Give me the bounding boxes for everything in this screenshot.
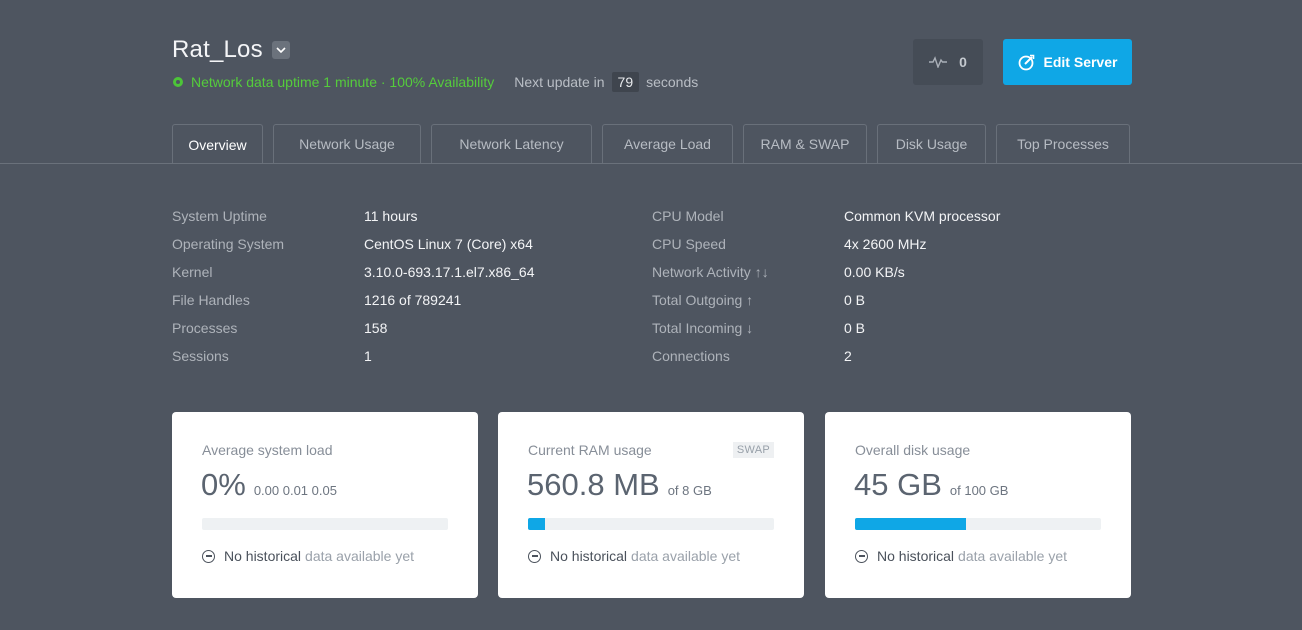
info-value: 0 B xyxy=(844,320,866,336)
status-bar: Network data uptime 1 minute · 100% Avai… xyxy=(172,72,698,92)
average-load-card: Average system load 0% 0.00 0.01 0.05 No… xyxy=(172,412,478,598)
info-label: Sessions xyxy=(172,348,229,364)
edit-server-label: Edit Server xyxy=(1043,54,1118,70)
tab-bar: Overview Network Usage Network Latency A… xyxy=(172,124,1130,164)
info-value: 3.10.0-693.17.1.el7.x86_64 xyxy=(364,264,535,280)
info-value: 0 B xyxy=(844,292,866,308)
card-big-value: 560.8 MB xyxy=(527,467,660,502)
tab-overview[interactable]: Overview xyxy=(172,124,263,164)
card-sub-value: of 8 GB xyxy=(667,483,712,498)
card-title: Overall disk usage xyxy=(855,442,971,458)
server-name: Rat_Los xyxy=(172,36,263,63)
info-label: Processes xyxy=(172,320,238,336)
card-sub-value: 0.00 0.01 0.05 xyxy=(253,483,337,498)
info-value: CentOS Linux 7 (Core) x64 xyxy=(364,236,533,252)
progress-bar xyxy=(855,518,1101,530)
minus-circle-icon xyxy=(528,549,541,563)
progress-bar xyxy=(528,518,774,530)
progress-bar xyxy=(202,518,448,530)
activity-count: 0 xyxy=(959,54,967,70)
status-circle-icon xyxy=(173,77,183,87)
next-update-countdown: 79 xyxy=(611,72,640,92)
uptime-status: Network data uptime 1 minute · 100% Avai… xyxy=(191,74,495,90)
info-label: Network Activity ↑↓ xyxy=(652,264,769,280)
next-update-label: Next update in xyxy=(514,74,605,90)
no-history-subtext: data available yet xyxy=(958,548,1067,564)
tab-average-load[interactable]: Average Load xyxy=(602,124,733,163)
pulse-icon xyxy=(929,56,948,68)
ram-usage-card: Current RAM usage SWAP 560.8 MB of 8 GB … xyxy=(498,412,804,598)
info-label: Operating System xyxy=(172,236,285,252)
server-header: Rat_Los xyxy=(172,36,290,64)
minus-circle-icon xyxy=(202,549,215,563)
minus-circle-icon xyxy=(855,549,868,563)
card-title: Current RAM usage xyxy=(528,442,652,458)
progress-fill xyxy=(855,518,966,530)
chevron-down-icon xyxy=(276,47,286,53)
card-metric: 45 GB of 100 GB xyxy=(854,467,1008,503)
tab-network-latency[interactable]: Network Latency xyxy=(431,124,592,163)
card-big-value: 0% xyxy=(201,467,246,502)
info-value: 1 xyxy=(364,348,372,364)
edit-icon xyxy=(1018,54,1035,71)
no-history-text: No historical xyxy=(224,548,302,564)
no-history-note: No historical data available yet xyxy=(202,548,414,564)
card-big-value: 45 GB xyxy=(854,467,942,502)
info-value: 1216 of 789241 xyxy=(364,292,462,308)
next-update-unit: seconds xyxy=(646,74,699,90)
no-history-note: No historical data available yet xyxy=(528,548,740,564)
info-label: System Uptime xyxy=(172,208,267,224)
no-history-subtext: data available yet xyxy=(305,548,414,564)
disk-usage-card: Overall disk usage 45 GB of 100 GB No hi… xyxy=(825,412,1131,598)
info-label: Total Incoming ↓ xyxy=(652,320,754,336)
swap-toggle[interactable]: SWAP xyxy=(732,442,774,458)
tab-ram-swap[interactable]: RAM & SWAP xyxy=(743,124,867,163)
edit-server-button[interactable]: Edit Server xyxy=(1003,39,1132,85)
no-history-text: No historical xyxy=(550,548,628,564)
info-value: 158 xyxy=(364,320,388,336)
no-history-subtext: data available yet xyxy=(631,548,740,564)
info-value: 4x 2600 MHz xyxy=(844,236,927,252)
card-sub-value: of 100 GB xyxy=(949,483,1009,498)
info-value: Common KVM processor xyxy=(844,208,1001,224)
tab-network-usage[interactable]: Network Usage xyxy=(273,124,421,163)
no-history-text: No historical xyxy=(877,548,955,564)
tab-disk-usage[interactable]: Disk Usage xyxy=(877,124,986,163)
tabs-divider xyxy=(0,163,1302,164)
info-value: 2 xyxy=(844,348,852,364)
info-label: Kernel xyxy=(172,264,213,280)
info-value: 0.00 KB/s xyxy=(844,264,905,280)
info-label: Connections xyxy=(652,348,730,364)
card-metric: 0% 0.00 0.01 0.05 xyxy=(201,467,337,503)
activity-button[interactable]: 0 xyxy=(913,39,983,85)
tab-top-processes[interactable]: Top Processes xyxy=(996,124,1130,163)
server-dropdown-button[interactable] xyxy=(271,41,290,59)
info-label: CPU Speed xyxy=(652,236,726,252)
no-history-note: No historical data available yet xyxy=(855,548,1067,564)
info-label: CPU Model xyxy=(652,208,724,224)
info-value: 11 hours xyxy=(364,208,418,224)
info-label: File Handles xyxy=(172,292,250,308)
progress-fill xyxy=(528,518,546,530)
card-title: Average system load xyxy=(202,442,333,458)
info-label: Total Outgoing ↑ xyxy=(652,292,754,308)
card-metric: 560.8 MB of 8 GB xyxy=(527,467,712,503)
